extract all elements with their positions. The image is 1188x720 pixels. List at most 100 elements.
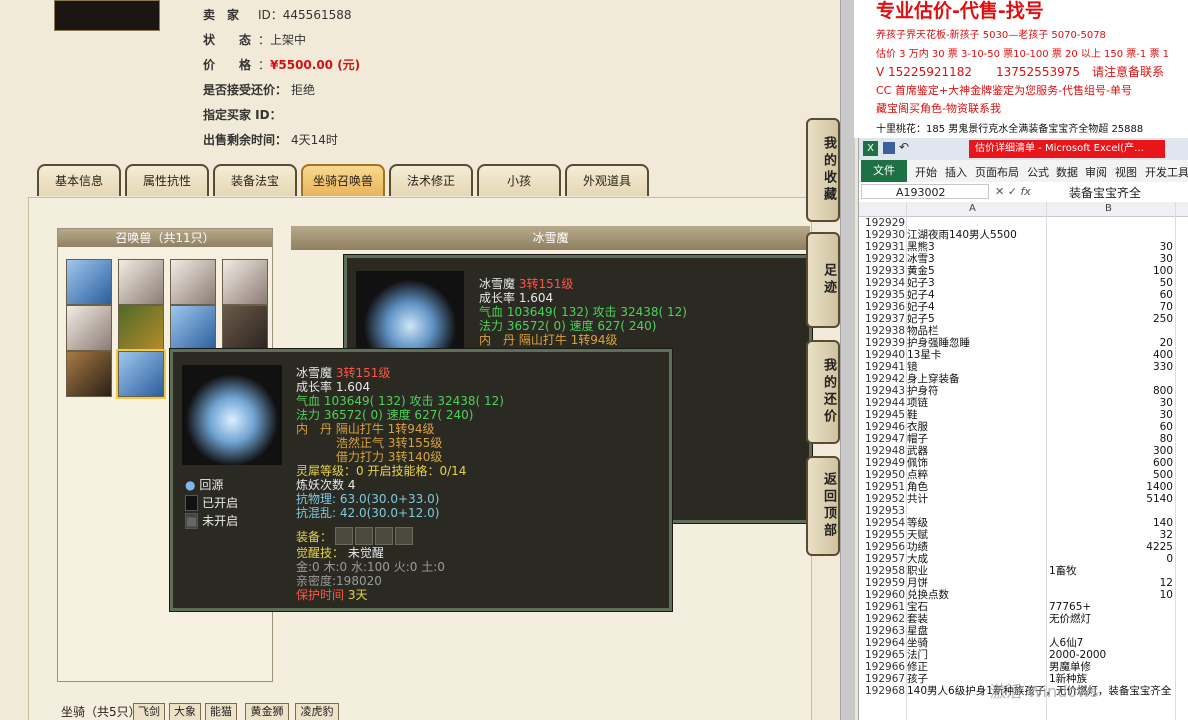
- cell-a[interactable]: 帽子: [907, 433, 1047, 445]
- row-number[interactable]: 192938: [865, 325, 907, 337]
- mount-tab[interactable]: 飞剑: [133, 703, 165, 720]
- row-number[interactable]: 192948: [865, 445, 907, 457]
- cell-b[interactable]: 5140: [1047, 493, 1173, 505]
- row-number[interactable]: 192947: [865, 433, 907, 445]
- cell-b[interactable]: 2000-2000: [1049, 649, 1175, 661]
- formula-input[interactable]: 装备宝宝齐全: [1069, 184, 1141, 201]
- table-row[interactable]: 192932 冰雪3 30: [859, 253, 1188, 265]
- cell-a[interactable]: 身上穿装备: [907, 373, 1047, 385]
- row-number[interactable]: 192936: [865, 301, 907, 313]
- row-number[interactable]: 192952: [865, 493, 907, 505]
- ribbon-tab-formulas[interactable]: 公式: [1027, 164, 1049, 180]
- row-number[interactable]: 192931: [865, 241, 907, 253]
- table-row[interactable]: 192936 妃子4 70: [859, 301, 1188, 313]
- cell-b[interactable]: 10: [1047, 589, 1173, 601]
- cell-a[interactable]: 星盘: [907, 625, 1047, 637]
- summon-slot[interactable]: [118, 259, 164, 305]
- table-row[interactable]: 192952 共计 5140: [859, 493, 1188, 505]
- summon-slot[interactable]: [66, 351, 112, 397]
- cell-a[interactable]: 职业: [907, 565, 1047, 577]
- mount-tab[interactable]: 能猫: [205, 703, 237, 720]
- row-number[interactable]: 192966: [865, 661, 907, 673]
- cell-b[interactable]: 12: [1047, 577, 1173, 589]
- cell-b[interactable]: 300: [1047, 445, 1173, 457]
- summon-slot[interactable]: [170, 259, 216, 305]
- cell-b[interactable]: 30: [1047, 241, 1173, 253]
- cell-b[interactable]: 70: [1047, 301, 1173, 313]
- table-row[interactable]: 192959 月饼 12: [859, 577, 1188, 589]
- row-number[interactable]: 192934: [865, 277, 907, 289]
- row-number[interactable]: 192937: [865, 313, 907, 325]
- table-row[interactable]: 192934 妃子3 50: [859, 277, 1188, 289]
- row-number[interactable]: 192935: [865, 289, 907, 301]
- cell-a[interactable]: 妃子3: [907, 277, 1047, 289]
- summon-slot[interactable]: [170, 305, 216, 351]
- cell-a[interactable]: 护身符: [907, 385, 1047, 397]
- cell-a[interactable]: 大成: [907, 553, 1047, 565]
- cell-b[interactable]: 4225: [1047, 541, 1173, 553]
- mount-tab[interactable]: 大象: [169, 703, 201, 720]
- row-number[interactable]: 192968: [865, 685, 907, 697]
- cell-b[interactable]: 男魔单修: [1049, 661, 1175, 673]
- equip-slot[interactable]: [375, 527, 393, 545]
- summon-slot[interactable]: [118, 305, 164, 351]
- summon-slot[interactable]: [222, 259, 268, 305]
- table-row[interactable]: 192963 星盘: [859, 625, 1188, 637]
- table-row[interactable]: 192943 护身符 800: [859, 385, 1188, 397]
- table-row[interactable]: 192956 功绩 4225: [859, 541, 1188, 553]
- back-to-top-button[interactable]: 返回顶部: [806, 456, 840, 556]
- cell-b[interactable]: 1400: [1047, 481, 1173, 493]
- cell-a[interactable]: 宝石: [907, 601, 1047, 613]
- row-number[interactable]: 192950: [865, 469, 907, 481]
- cell-b[interactable]: 30: [1047, 397, 1173, 409]
- cell-a[interactable]: 衣服: [907, 421, 1047, 433]
- window-divider[interactable]: [840, 0, 855, 720]
- tab-spell-correction[interactable]: 法术修正: [389, 164, 473, 196]
- table-row[interactable]: 192939 护身强睡忽睡 20: [859, 337, 1188, 349]
- cell-b[interactable]: 140: [1047, 517, 1173, 529]
- row-number[interactable]: 192954: [865, 517, 907, 529]
- cell-b[interactable]: 20: [1047, 337, 1173, 349]
- summon-slot-selected[interactable]: [116, 349, 166, 399]
- row-number[interactable]: 192930: [865, 229, 907, 241]
- row-number[interactable]: 192963: [865, 625, 907, 637]
- cell-b[interactable]: 30: [1047, 253, 1173, 265]
- tab-appearance[interactable]: 外观道具: [565, 164, 649, 196]
- row-number[interactable]: 192967: [865, 673, 907, 685]
- my-favorites-button[interactable]: 我的收藏: [806, 118, 840, 222]
- ribbon-tab-page-layout[interactable]: 页面布局: [975, 164, 1019, 180]
- equip-slot[interactable]: [395, 527, 413, 545]
- formula-cancel-icon[interactable]: ✕ ✓ fx: [995, 185, 1031, 198]
- ribbon-tab-data[interactable]: 数据: [1056, 164, 1078, 180]
- table-row[interactable]: 192935 妃子4 60: [859, 289, 1188, 301]
- cell-b[interactable]: 250: [1047, 313, 1173, 325]
- cell-a[interactable]: 妃子4: [907, 289, 1047, 301]
- cell-b[interactable]: 77765+: [1049, 601, 1175, 613]
- row-number[interactable]: 192939: [865, 337, 907, 349]
- row-number[interactable]: 192957: [865, 553, 907, 565]
- cell-a[interactable]: 镜: [907, 361, 1047, 373]
- table-row[interactable]: 192962 套装 无价燃灯: [859, 613, 1188, 625]
- table-row[interactable]: 192937 妃子5 250: [859, 313, 1188, 325]
- table-row[interactable]: 192944 项链 30: [859, 397, 1188, 409]
- cell-a[interactable]: 鞋: [907, 409, 1047, 421]
- row-number[interactable]: 192940: [865, 349, 907, 361]
- row-number[interactable]: 192953: [865, 505, 907, 517]
- table-row[interactable]: 192940 13星卡 400: [859, 349, 1188, 361]
- cell-a[interactable]: 功绩: [907, 541, 1047, 553]
- ribbon-tab-insert[interactable]: 插入: [945, 164, 967, 180]
- table-row[interactable]: 192966 修正 男魔单修: [859, 661, 1188, 673]
- cell-a[interactable]: 冰雪3: [907, 253, 1047, 265]
- cell-b[interactable]: 1畜牧: [1049, 565, 1175, 577]
- cell-b[interactable]: 人6仙7: [1049, 637, 1175, 649]
- table-row[interactable]: 192930 江湖夜雨140男人5500: [859, 229, 1188, 241]
- summon-slot[interactable]: [222, 305, 268, 351]
- row-number[interactable]: 192933: [865, 265, 907, 277]
- cell-b[interactable]: 800: [1047, 385, 1173, 397]
- ribbon-tab-developer[interactable]: 开发工具: [1145, 164, 1188, 180]
- table-row[interactable]: 192957 大成 0: [859, 553, 1188, 565]
- row-number[interactable]: 192942: [865, 373, 907, 385]
- cell-b[interactable]: 100: [1047, 265, 1173, 277]
- cell-a[interactable]: 共计: [907, 493, 1047, 505]
- cell-a[interactable]: 坐骑: [907, 637, 1047, 649]
